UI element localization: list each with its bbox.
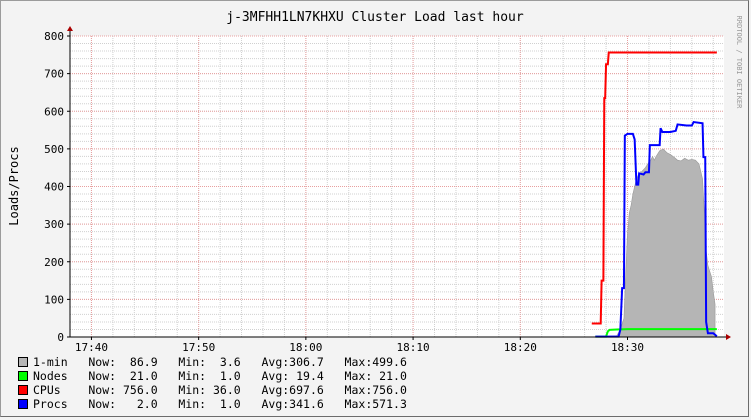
- y-axis-label: Loads/Procs: [7, 146, 21, 225]
- y-tick-label: 700: [44, 68, 64, 81]
- x-tick-label: 18:20: [504, 341, 537, 354]
- y-tick-label: 200: [44, 256, 64, 269]
- x-tick-label: 18:30: [611, 341, 644, 354]
- legend-row-nodes: Nodes Now: 21.0 Min: 1.0 Avg: 19.4 Max: …: [18, 369, 407, 383]
- legend-row-1min: 1-min Now: 86.9 Min: 3.6 Avg:306.7 Max:4…: [18, 355, 407, 369]
- legend-row-cpus: CPUs Now: 756.0 Min: 36.0 Avg:697.6 Max:…: [18, 383, 407, 397]
- y-tick-label: 300: [44, 218, 64, 231]
- chart-title: j-3MFHH1LN7KHXU Cluster Load last hour: [226, 10, 524, 25]
- y-tick-label: 100: [44, 293, 64, 306]
- x-axis-arrow: [726, 334, 731, 340]
- x-tick-label: 18:00: [289, 341, 322, 354]
- x-tick-label: 17:50: [182, 341, 215, 354]
- legend-swatch-cpus: [18, 385, 28, 395]
- legend-text-cpus: CPUs Now: 756.0 Min: 36.0 Avg:697.6 Max:…: [33, 383, 407, 397]
- legend-text-1min: 1-min Now: 86.9 Min: 3.6 Avg:306.7 Max:4…: [33, 355, 407, 369]
- y-tick-label: 0: [57, 331, 64, 344]
- x-tick-label: 17:40: [75, 341, 108, 354]
- graph-page: 0 100 200 300 400 500 600 700 800 17:40 17:50 18:00…: [0, 0, 751, 420]
- legend-text-nodes: Nodes Now: 21.0 Min: 1.0 Avg: 19.4 Max: …: [33, 369, 407, 383]
- y-tick-label: 800: [44, 30, 64, 43]
- legend-swatch-nodes: [18, 371, 28, 381]
- legend-row-procs: Procs Now: 2.0 Min: 1.0 Avg:341.6 Max:57…: [18, 397, 407, 411]
- legend-swatch-1min: [18, 357, 28, 367]
- y-tick-label: 500: [44, 143, 64, 156]
- legend-swatch-procs: [18, 399, 28, 409]
- y-tick-label: 600: [44, 105, 64, 118]
- y-axis-arrow: [67, 26, 73, 31]
- y-tick-label: 400: [44, 181, 64, 194]
- rrdtool-watermark: RRDTOOL / TOBI OETIKER: [735, 16, 743, 110]
- x-tick-label: 18:10: [397, 341, 430, 354]
- legend-text-procs: Procs Now: 2.0 Min: 1.0 Avg:341.6 Max:57…: [33, 397, 407, 411]
